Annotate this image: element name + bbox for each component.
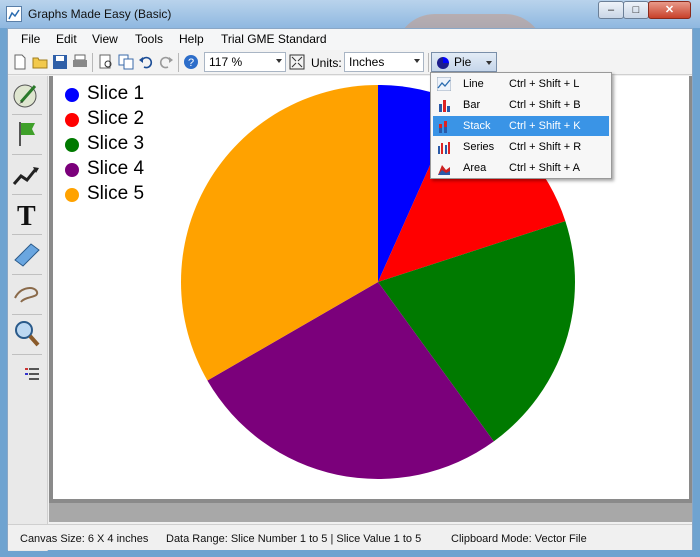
save-icon[interactable] (52, 54, 68, 70)
tool-separator (12, 354, 42, 355)
option-label: Line (463, 78, 484, 90)
tool-separator (12, 114, 42, 115)
print-icon[interactable] (72, 54, 88, 70)
option-shortcut: Ctrl + Shift + R (509, 141, 582, 153)
status-data-range: Data Range: Slice Number 1 to 5 | Slice … (166, 533, 422, 545)
option-shortcut: Ctrl + Shift + A (509, 162, 580, 174)
status-canvas-size: Canvas Size: 6 X 4 inches (20, 533, 149, 545)
tool-separator (12, 274, 42, 275)
window-title: Graphs Made Easy (Basic) (28, 7, 172, 21)
help-icon[interactable]: ? (183, 54, 199, 70)
legend-label: Slice 2 (87, 108, 145, 129)
print-preview-icon[interactable] (98, 54, 114, 70)
tool-separator (12, 314, 42, 315)
legend-label: Slice 5 (87, 183, 145, 204)
menu-help[interactable]: Help (179, 32, 204, 46)
tool-separator (12, 154, 42, 155)
option-label: Series (463, 141, 495, 153)
status-clipboard-mode: Clipboard Mode: Vector File (451, 533, 587, 545)
maximize-button[interactable]: □ (623, 1, 649, 19)
zoom-combo[interactable]: 117 % (204, 52, 286, 72)
freehand-tool-icon[interactable] (11, 278, 43, 310)
text-tool-icon[interactable]: T (11, 198, 43, 230)
chart-type-dropdown: Line Ctrl + Shift + L Bar Ctrl + Shift +… (430, 72, 612, 179)
open-folder-icon[interactable] (32, 54, 48, 70)
fit-to-window-icon[interactable] (289, 54, 305, 70)
series-chart-icon (438, 142, 450, 154)
menu-file[interactable]: File (21, 32, 40, 46)
chart-type-option-bar[interactable]: Bar Ctrl + Shift + B (433, 95, 609, 115)
undo-icon[interactable] (138, 54, 154, 70)
pie-chart-icon (437, 57, 449, 69)
toolbar-separator (428, 53, 429, 72)
app-icon (6, 6, 22, 22)
chevron-down-icon (414, 59, 420, 63)
legend-label: Slice 4 (87, 158, 145, 179)
legend-swatch (65, 88, 79, 102)
chevron-down-icon (486, 61, 492, 65)
legend-label: Slice 1 (87, 83, 145, 104)
legend-swatch (65, 113, 79, 127)
chart-type-option-area[interactable]: Area Ctrl + Shift + A (433, 158, 609, 178)
app-window: Graphs Made Easy (Basic) – □ ✕ File Edit… (0, 0, 700, 557)
tool-separator (12, 194, 42, 195)
pointer-pencil-tool-icon[interactable] (11, 80, 43, 112)
status-bar: Canvas Size: 6 X 4 inches Data Range: Sl… (8, 524, 692, 550)
option-shortcut: Ctrl + Shift + L (509, 78, 580, 90)
legend-label: Slice 3 (87, 133, 145, 154)
close-button[interactable]: ✕ (648, 1, 691, 19)
bar-chart-icon (439, 100, 450, 112)
chart-type-option-stack[interactable]: Stack Ctrl + Shift + K (433, 116, 609, 136)
flag-tool-icon[interactable] (11, 118, 43, 150)
toolbar-separator (92, 53, 93, 72)
redo-icon[interactable] (158, 54, 174, 70)
legend-swatch (65, 163, 79, 177)
units-combo[interactable]: Inches (344, 52, 424, 72)
svg-text:T: T (17, 201, 36, 230)
trend-line-tool-icon[interactable] (11, 160, 43, 192)
option-label: Area (463, 162, 487, 174)
chart-type-option-line[interactable]: Line Ctrl + Shift + L (433, 74, 609, 94)
menu-trial-gme-standard[interactable]: Trial GME Standard (221, 32, 327, 46)
copy-icon[interactable] (118, 54, 134, 70)
title-bar[interactable]: Graphs Made Easy (Basic) – □ ✕ (0, 0, 700, 54)
line-chart-icon (437, 77, 451, 91)
data-list-tool-icon[interactable] (11, 360, 43, 392)
svg-text:?: ? (188, 57, 194, 69)
stacked-bar-icon (439, 121, 447, 133)
chart-type-button[interactable]: Pie (431, 52, 497, 72)
zoom-tool-icon[interactable] (11, 318, 43, 350)
eraser-tool-icon[interactable] (11, 238, 43, 270)
legend-swatch (65, 188, 79, 202)
minimize-button[interactable]: – (598, 1, 624, 19)
chart-type-option-series[interactable]: Series Ctrl + Shift + R (433, 137, 609, 157)
option-label: Stack (463, 120, 491, 132)
menu-tools[interactable]: Tools (135, 32, 163, 46)
option-shortcut: Ctrl + Shift + K (509, 120, 581, 132)
chart-type-label: Pie (454, 55, 472, 69)
horizontal-scrollbar[interactable] (49, 503, 692, 522)
zoom-value: 117 % (209, 55, 243, 69)
toolbar-separator (178, 53, 179, 72)
option-shortcut: Ctrl + Shift + B (509, 99, 581, 111)
menu-bar: File Edit View Tools Help Trial GME Stan… (8, 29, 692, 50)
option-label: Bar (463, 99, 481, 111)
units-label: Units: (311, 56, 342, 70)
legend-swatch (65, 138, 79, 152)
drawing-tools-panel: T (8, 76, 48, 551)
menu-edit[interactable]: Edit (56, 32, 77, 46)
chevron-down-icon (276, 59, 282, 63)
menu-view[interactable]: View (92, 32, 118, 46)
new-file-icon[interactable] (12, 54, 28, 70)
units-value: Inches (349, 55, 385, 69)
area-chart-icon (438, 165, 450, 175)
tool-separator (12, 234, 42, 235)
